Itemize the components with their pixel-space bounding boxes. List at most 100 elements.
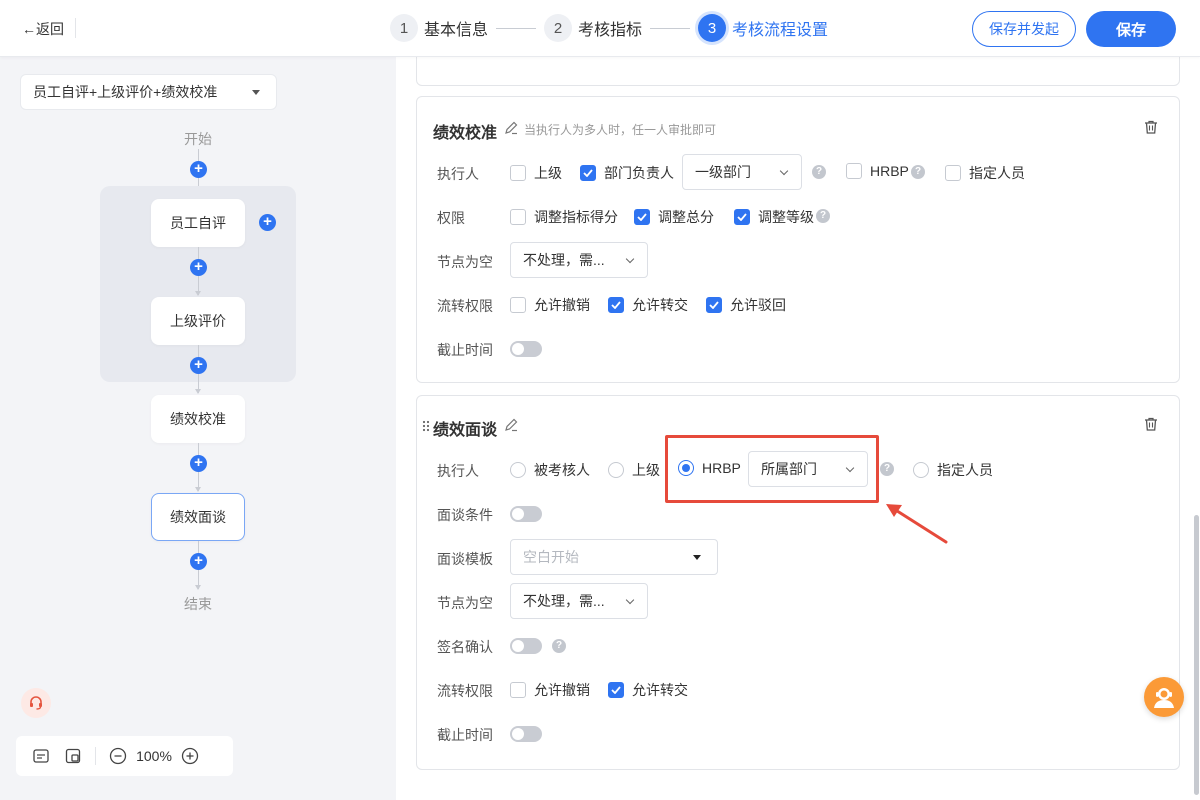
radio-circle <box>678 460 694 476</box>
top-header: ←返回 1 基本信息 2 考核指标 3 考核流程设置 保存并发起 保存 <box>0 0 1200 57</box>
checkbox-label: 指定人员 <box>969 165 1025 181</box>
signature-label: 签名确认 <box>437 639 493 655</box>
back-label: ←返回 <box>22 21 64 37</box>
scrollbar-thumb[interactable] <box>1194 515 1199 795</box>
allow-reject-checkbox[interactable]: 允许驳回 <box>706 295 786 315</box>
add-node-icon[interactable]: + <box>190 553 207 570</box>
card-title: 绩效校准 <box>433 125 498 142</box>
checkbox-box <box>510 297 526 313</box>
permission-adjust-total-checkbox[interactable]: 调整总分 <box>634 207 714 227</box>
interview-card: 绩效面谈 执行人 被考核人 上级 HRBP 所属部门 ? 指定人员 面谈条件 面… <box>416 395 1180 770</box>
help-icon[interactable]: ? <box>880 462 894 476</box>
checkbox-label: 允许转交 <box>632 297 688 313</box>
checkbox-label: 上级 <box>534 165 562 181</box>
allow-revoke-checkbox[interactable]: 允许撤销 <box>510 295 590 315</box>
executor-hrbp-checkbox[interactable]: HRBP <box>846 163 909 179</box>
interview-template-select[interactable]: 空白开始 <box>510 539 718 575</box>
radio-circle <box>510 462 526 478</box>
add-node-icon[interactable]: + <box>190 357 207 374</box>
checkbox-label: 允许撤销 <box>534 682 590 698</box>
radio-circle <box>913 462 929 478</box>
executor-designated-radio[interactable]: 指定人员 <box>913 460 993 480</box>
help-icon[interactable]: ? <box>816 209 830 223</box>
checkbox-label: 调整等级 <box>758 209 814 225</box>
step-number: 3 <box>698 14 727 42</box>
interview-template-label: 面谈模板 <box>437 551 493 567</box>
back-button[interactable]: ←返回 <box>22 19 64 39</box>
flow-node-interview[interactable]: 绩效面谈 <box>151 493 245 541</box>
radio-label: 被考核人 <box>534 462 590 478</box>
step-number: 1 <box>390 14 418 42</box>
minimap-icon[interactable] <box>32 747 50 765</box>
executor-hrbp-radio[interactable]: HRBP <box>678 460 741 476</box>
zoom-in-icon[interactable] <box>181 747 199 765</box>
edit-pencil-icon[interactable] <box>503 120 519 136</box>
save-and-launch-button[interactable]: 保存并发起 <box>972 11 1076 47</box>
checkbox-box <box>510 682 526 698</box>
empty-node-select[interactable]: 不处理，需... <box>510 242 648 278</box>
executor-superior-checkbox[interactable]: 上级 <box>510 163 562 183</box>
flow-node-manager-review[interactable]: 上级评价 <box>151 297 245 345</box>
radio-label: 指定人员 <box>937 462 993 478</box>
permission-adjust-score-checkbox[interactable]: 调整指标得分 <box>510 207 618 227</box>
executor-designated-checkbox[interactable]: 指定人员 <box>945 163 1025 183</box>
step-connector <box>496 27 537 29</box>
executor-superior-radio[interactable]: 上级 <box>608 460 660 480</box>
allow-revoke-checkbox[interactable]: 允许撤销 <box>510 680 590 700</box>
allow-transfer-checkbox[interactable]: 允许转交 <box>608 295 688 315</box>
card-title: 绩效面谈 <box>433 422 498 439</box>
add-node-icon[interactable]: + <box>190 455 207 472</box>
interview-condition-toggle[interactable] <box>510 506 542 522</box>
radio-label: 上级 <box>632 462 660 478</box>
empty-node-label: 节点为空 <box>437 595 493 611</box>
checkbox-label: 允许转交 <box>632 682 688 698</box>
deadline-toggle[interactable] <box>510 726 542 742</box>
zoom-toolbar: 100% <box>16 736 233 776</box>
allow-transfer-checkbox[interactable]: 允许转交 <box>608 680 688 700</box>
help-icon[interactable]: ? <box>911 165 925 179</box>
flow-node-self-review[interactable]: 员工自评 <box>151 199 245 247</box>
add-node-icon[interactable]: + <box>190 259 207 276</box>
delete-icon[interactable] <box>1143 416 1159 432</box>
assistant-avatar-icon[interactable] <box>1144 677 1184 717</box>
executor-appraisee-radio[interactable]: 被考核人 <box>510 460 590 480</box>
step-process-settings[interactable]: 3 考核流程设置 <box>698 14 828 42</box>
interview-condition-label: 面谈条件 <box>437 507 493 523</box>
help-icon[interactable]: ? <box>812 165 826 179</box>
dept-level-select[interactable]: 一级部门 <box>682 154 802 190</box>
add-node-icon[interactable]: + <box>190 161 207 178</box>
zoom-out-icon[interactable] <box>109 747 127 765</box>
fit-view-icon[interactable] <box>64 747 82 765</box>
hrbp-dept-select[interactable]: 所属部门 <box>748 451 868 487</box>
radio-label: HRBP <box>702 460 741 476</box>
step-label: 考核指标 <box>578 22 643 39</box>
transfer-label: 流转权限 <box>437 683 493 699</box>
customer-support-icon[interactable] <box>21 688 51 718</box>
signature-toggle[interactable] <box>510 638 542 654</box>
checkmark-icon <box>580 165 596 181</box>
delete-icon[interactable] <box>1143 119 1159 135</box>
drag-handle-icon[interactable] <box>422 420 430 432</box>
executor-label: 执行人 <box>437 166 479 182</box>
edit-pencil-icon[interactable] <box>503 417 519 433</box>
checkbox-label: 允许驳回 <box>730 297 786 313</box>
radio-circle <box>608 462 624 478</box>
chevron-down-icon <box>625 254 635 264</box>
step-basic-info[interactable]: 1 基本信息 <box>390 14 488 42</box>
flow-node-calibration[interactable]: 绩效校准 <box>151 395 245 443</box>
executor-dept-head-checkbox[interactable]: 部门负责人 <box>580 163 674 183</box>
help-icon[interactable]: ? <box>552 639 566 653</box>
empty-node-select[interactable]: 不处理，需... <box>510 583 648 619</box>
checkbox-box <box>510 209 526 225</box>
permission-adjust-grade-checkbox[interactable]: 调整等级 <box>734 207 814 227</box>
checkmark-icon <box>706 297 722 313</box>
step-label: 考核流程设置 <box>732 22 829 39</box>
flow-template-select[interactable]: 员工自评+上级评价+绩效校准 <box>20 74 277 110</box>
add-parallel-node-icon[interactable]: + <box>259 214 276 231</box>
select-value: 一级部门 <box>695 164 751 180</box>
caret-down-icon <box>693 555 701 560</box>
deadline-toggle[interactable] <box>510 341 542 357</box>
select-value: 不处理，需... <box>523 593 605 609</box>
step-indicators[interactable]: 2 考核指标 <box>544 14 642 42</box>
save-button[interactable]: 保存 <box>1086 11 1176 47</box>
